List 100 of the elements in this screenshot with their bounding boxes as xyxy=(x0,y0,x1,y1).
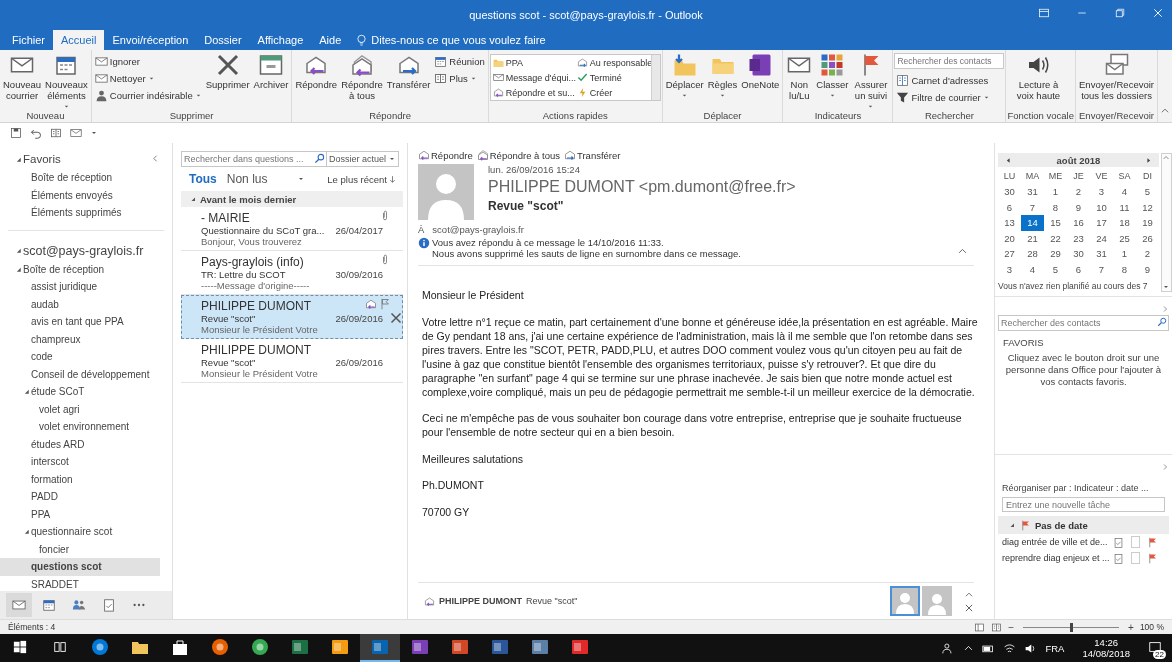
folder-item[interactable]: Éléments envoyés xyxy=(31,189,113,201)
ribbon-tab[interactable]: Envoi/réception xyxy=(104,30,197,50)
quick-step[interactable]: Au responsable xyxy=(574,55,651,70)
ribbon-button[interactable]: OneNote xyxy=(739,52,782,91)
sort-button[interactable]: Le plus récent xyxy=(321,172,403,186)
ribbon-button[interactable]: Transférer xyxy=(384,52,433,91)
quick-step[interactable]: PPA xyxy=(490,55,575,70)
calendar-day[interactable]: 6 xyxy=(998,199,1021,215)
calendar-day[interactable]: 2 xyxy=(1067,184,1090,200)
calendar-day[interactable]: 4 xyxy=(1113,184,1136,200)
folder-item[interactable]: Boîte de réception xyxy=(31,172,113,184)
ribbon-button[interactable]: Supprimer xyxy=(203,52,252,91)
folder-item[interactable]: volet agri xyxy=(39,403,80,415)
message-item[interactable]: PHILIPPE DUMONT Revue "scot" 26/09/2016 Monsieur le Président Votre xyxy=(181,339,403,383)
calendar-day[interactable]: 15 xyxy=(1044,215,1067,231)
zoom-thumb[interactable] xyxy=(1070,622,1074,632)
scope-dropdown[interactable]: Dossier actuel xyxy=(327,151,400,167)
folder-item[interactable]: interscot xyxy=(31,456,69,468)
calendar-day[interactable]: 26 xyxy=(1136,230,1159,246)
calendar-day[interactable]: 10 xyxy=(1090,199,1113,215)
language-indicator[interactable]: FRA xyxy=(1045,642,1065,654)
folder-item[interactable]: étude SCoT xyxy=(31,386,85,398)
tell-me-field[interactable]: Dites-nous ce que vous voulez faire xyxy=(349,30,552,50)
calendar-day[interactable]: 3 xyxy=(1090,184,1113,200)
folder-item[interactable]: volet environnement xyxy=(39,421,130,433)
calendar-day[interactable]: 25 xyxy=(1113,230,1136,246)
calendar-day[interactable]: 5 xyxy=(1136,184,1159,200)
folder-item[interactable]: avis en tant que PPA xyxy=(31,316,124,328)
message-item[interactable]: PHILIPPE DUMONT Revue "scot" 26/09/2016 Monsieur le Président Votre xyxy=(181,295,403,339)
folder-item[interactable]: Boîte de réception xyxy=(23,263,105,275)
ribbon-button[interactable]: Classer xyxy=(814,52,851,102)
calendar-day[interactable]: 11 xyxy=(1113,199,1136,215)
ribbon-button[interactable]: Nouveau courrier xyxy=(1,52,44,102)
calendar-day[interactable]: 21 xyxy=(1021,230,1044,246)
ribbon-button[interactable]: Règles xyxy=(705,52,740,102)
ribbon-button[interactable]: Répondre xyxy=(293,52,340,91)
folder-item[interactable]: PADD xyxy=(31,491,59,503)
ribbon-button[interactable]: Non lu/Lu xyxy=(784,52,815,102)
ribbon-button[interactable]: Nettoyer xyxy=(92,70,204,86)
ribbon-button[interactable]: Filtre de courrier xyxy=(894,89,1005,105)
person-tile[interactable] xyxy=(890,586,920,616)
ribbon-button[interactable]: Archiver xyxy=(251,52,291,91)
calendar-day[interactable]: 31 xyxy=(1090,246,1113,262)
calendar-day[interactable]: 9 xyxy=(1067,199,1090,215)
calendar-day[interactable]: 30 xyxy=(998,184,1021,200)
calendar-day[interactable]: 13 xyxy=(998,215,1021,231)
task-checkbox[interactable] xyxy=(1131,536,1140,548)
quick-step[interactable]: Terminé xyxy=(574,70,651,85)
reply-action[interactable]: Répondre xyxy=(418,149,473,161)
calendar-day[interactable]: 31 xyxy=(1021,184,1044,200)
calendar-day[interactable]: 18 xyxy=(1113,215,1136,231)
calendar-day[interactable]: 28 xyxy=(1021,246,1044,262)
calendar-day[interactable]: 22 xyxy=(1044,230,1067,246)
folder-item[interactable]: champreux xyxy=(31,333,81,345)
new-task-field[interactable]: Entrez une nouvelle tâche xyxy=(1002,497,1165,512)
folder-item[interactable]: foncier xyxy=(39,543,69,555)
folder-item[interactable]: assist juridique xyxy=(31,281,98,293)
calendar-day[interactable]: 1 xyxy=(1113,246,1136,262)
calendar-day[interactable]: 20 xyxy=(998,230,1021,246)
ribbon-tab[interactable]: Aide xyxy=(311,30,350,50)
ribbon-button[interactable]: Déplacer xyxy=(663,52,706,102)
ribbon-tab[interactable]: Affichage xyxy=(249,30,312,50)
folder-item[interactable]: formation xyxy=(31,473,73,485)
folder-item[interactable]: PPA xyxy=(31,508,51,520)
ribbon-button[interactable]: Envoyer/Recevoir tous les dossiers xyxy=(1077,52,1156,102)
calendar-day[interactable]: 17 xyxy=(1090,215,1113,231)
contact-search-field[interactable]: Rechercher des contacts xyxy=(998,315,1169,331)
task-checkbox[interactable] xyxy=(1131,552,1140,564)
ribbon-tab[interactable]: Dossier xyxy=(196,30,250,50)
calendar-day[interactable]: 30 xyxy=(1067,246,1090,262)
search-field[interactable]: Rechercher des contacts xyxy=(894,53,1005,69)
folder-item[interactable]: audab xyxy=(31,298,59,310)
calendar-day[interactable]: 24 xyxy=(1090,230,1113,246)
zoom-out-button[interactable]: − xyxy=(1008,621,1015,633)
reply-action[interactable]: Répondre à tous xyxy=(476,149,560,161)
task-item[interactable]: diag entrée de ville et de... xyxy=(1002,537,1110,547)
calendar-day[interactable]: 7 xyxy=(1090,261,1113,277)
calendar-day[interactable]: 9 xyxy=(1136,261,1159,277)
folder-item[interactable]: Éléments supprimés xyxy=(31,207,122,219)
calendar-day[interactable]: 8 xyxy=(1113,261,1136,277)
ribbon-button[interactable]: Nouveaux éléments xyxy=(43,52,90,113)
ribbon-button[interactable]: Assurer un suivi xyxy=(850,52,892,113)
calendar-day[interactable]: 29 xyxy=(1044,246,1067,262)
ribbon-button[interactable]: Ignorer xyxy=(92,53,204,69)
zoom-in-button[interactable]: + xyxy=(1128,621,1134,633)
calendar-day[interactable]: 2 xyxy=(1136,246,1159,262)
quick-step[interactable]: Créer xyxy=(574,85,651,100)
arrange-by[interactable]: Réorganiser par : Indicateur : date ... xyxy=(1002,483,1169,493)
filter-tab[interactable]: Non lus xyxy=(226,172,268,186)
calendar-day[interactable]: 8 xyxy=(1044,199,1067,215)
folder-item[interactable]: Conseil de développement xyxy=(31,368,150,380)
calendar-day[interactable]: 4 xyxy=(1021,261,1044,277)
ribbon-button[interactable]: Réunion xyxy=(432,53,487,69)
ribbon-tab[interactable]: Accueil xyxy=(53,30,105,50)
person-tile[interactable] xyxy=(922,586,952,616)
scrollbar[interactable] xyxy=(650,55,660,100)
ribbon-button[interactable]: Lecture à voix haute xyxy=(1007,52,1070,102)
folder-item[interactable]: études ARD xyxy=(31,438,85,450)
calendar-day[interactable]: 12 xyxy=(1136,199,1159,215)
calendar-day[interactable]: 1 xyxy=(1044,184,1067,200)
